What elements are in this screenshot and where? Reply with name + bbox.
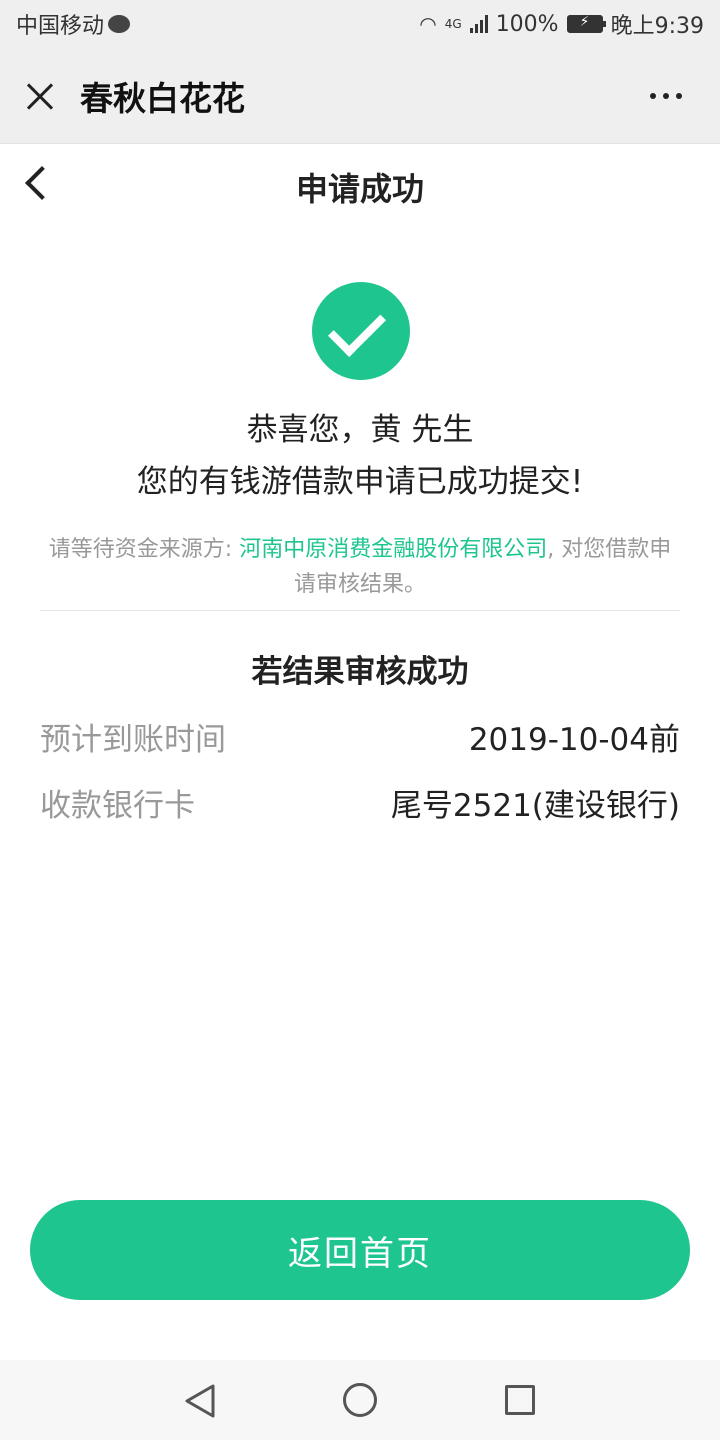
carrier-label: 中国移动 — [16, 14, 105, 39]
back-icon[interactable] — [25, 166, 59, 200]
status-right: ◠ 4G 100% ⚡ 晚上9:39 — [419, 8, 704, 40]
notice-text: 请等待资金来源方: 河南中原消费金融股份有限公司, 对您借款申请审核结果。 — [44, 532, 676, 602]
clock: 晚上9:39 — [610, 14, 704, 39]
info-label: 预计到账时间 — [40, 721, 226, 758]
divider — [40, 610, 680, 611]
title-bar: 春秋白花花 — [0, 48, 720, 144]
return-home-button[interactable]: 返回首页 — [30, 1200, 690, 1300]
info-row-arrival-time: 预计到账时间 2019-10-04前 — [40, 714, 680, 758]
notice-prefix: 请等待资金来源方: — [48, 537, 240, 562]
battery-percent: 100% — [495, 11, 559, 37]
info-label: 收款银行卡 — [40, 787, 195, 824]
nav-home-icon[interactable] — [343, 1383, 377, 1417]
wifi-icon: ◠ — [419, 12, 437, 36]
info-value: 尾号2521(建设银行) — [390, 787, 680, 824]
signal-icon — [469, 15, 488, 33]
chat-bubble-icon — [108, 15, 131, 33]
system-nav-bar — [0, 1360, 720, 1440]
close-icon[interactable] — [0, 48, 80, 144]
nav-recent-icon[interactable] — [505, 1385, 535, 1415]
more-icon[interactable] — [650, 92, 682, 99]
lender-company: 河南中原消费金融股份有限公司 — [239, 537, 548, 562]
status-bar: 中国移动 ◠ 4G 100% ⚡ 晚上9:39 — [0, 0, 720, 48]
result-title: 若结果审核成功 — [251, 654, 469, 690]
page-title: 申请成功 — [295, 170, 424, 208]
info-row-bank-card: 收款银行卡 尾号2521(建设银行) — [40, 780, 680, 824]
page-header: 申请成功 — [0, 145, 720, 229]
success-check-icon — [312, 282, 410, 380]
greeting-text: 恭喜您，黄 先生 — [246, 412, 474, 448]
app-title: 春秋白花花 — [80, 78, 245, 118]
info-value: 2019-10-04前 — [468, 721, 680, 758]
success-message: 您的有钱游借款申请已成功提交! — [136, 464, 584, 500]
status-left: 中国移动 — [16, 8, 131, 40]
network-type-label: 4G — [444, 17, 462, 31]
nav-back-icon[interactable] — [184, 1384, 216, 1418]
battery-icon: ⚡ — [566, 14, 606, 33]
